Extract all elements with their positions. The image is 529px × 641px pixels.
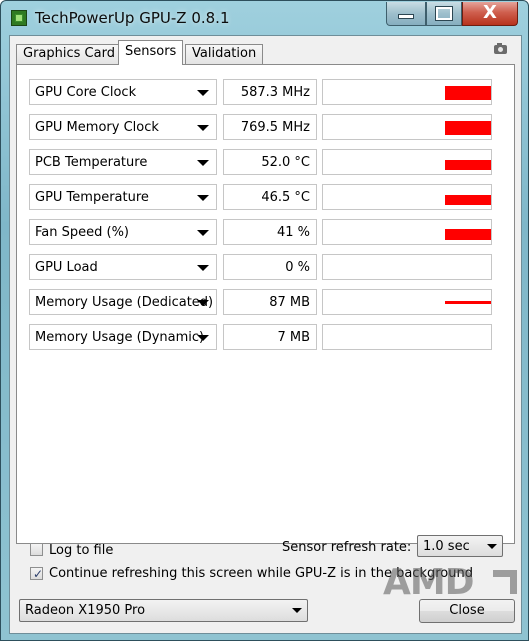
window-title: TechPowerUp GPU-Z 0.8.1 [35, 9, 230, 27]
tab-sensors[interactable]: Sensors [118, 40, 184, 65]
check-icon: ✓ [33, 567, 44, 581]
dropdown-arrow-icon [197, 90, 209, 96]
sensor-value-box: 87 MB [223, 289, 317, 315]
sensor-name: Fan Speed (%) [35, 225, 130, 240]
dropdown-arrow-icon [197, 335, 209, 341]
sensor-row: GPU Core Clock 587.3 MHz [29, 79, 493, 105]
sensor-value-box: 7 MB [223, 324, 317, 350]
sensor-row: PCB Temperature 52.0 °C [29, 149, 493, 175]
close-icon: X [483, 2, 497, 23]
graph-bar [445, 121, 491, 135]
sensor-graph [322, 324, 492, 350]
close-window-button[interactable]: X [462, 2, 518, 26]
dropdown-arrow-icon [197, 195, 209, 201]
gpuz-window: TechPowerUp GPU-Z 0.8.1 X Graphics Card … [0, 0, 529, 641]
gpu-select-value: Radeon X1950 Pro [25, 603, 146, 618]
sensor-name: Memory Usage (Dynamic) [35, 330, 205, 345]
sensor-graph [322, 184, 492, 210]
graph-bar [445, 229, 491, 240]
close-button[interactable]: Close [419, 599, 515, 623]
camera-icon[interactable] [494, 43, 507, 54]
graph-bar [445, 86, 491, 100]
sensor-value-box: 46.5 °C [223, 184, 317, 210]
minimize-button[interactable] [386, 2, 426, 26]
amd-arrow-icon [493, 570, 517, 594]
gpuz-app-icon [11, 10, 27, 26]
dropdown-arrow-icon [292, 608, 302, 613]
sensor-name-dropdown[interactable]: Memory Usage (Dynamic) [29, 324, 217, 350]
sensor-row: GPU Load 0 % [29, 254, 493, 280]
sensor-graph [322, 289, 492, 315]
maximize-button[interactable] [426, 2, 462, 26]
sensor-value-box: 52.0 °C [223, 149, 317, 175]
log-to-file-label: Log to file [49, 543, 114, 558]
sensor-row: GPU Memory Clock 769.5 MHz [29, 114, 493, 140]
sensor-name-dropdown[interactable]: GPU Load [29, 254, 217, 280]
refresh-rate-value: 1.0 sec [423, 539, 470, 554]
sensor-graph [322, 149, 492, 175]
refresh-rate-select[interactable]: 1.0 sec [417, 535, 503, 557]
sensor-name-dropdown[interactable]: GPU Temperature [29, 184, 217, 210]
sensor-name-dropdown[interactable]: Fan Speed (%) [29, 219, 217, 245]
dropdown-arrow-icon [197, 265, 209, 271]
dropdown-arrow-icon [487, 544, 497, 549]
amd-logo: AMD [383, 562, 475, 603]
sensor-name-dropdown[interactable]: PCB Temperature [29, 149, 217, 175]
graph-bar [445, 160, 491, 170]
graph-bar [445, 301, 491, 304]
sensor-name-dropdown[interactable]: GPU Memory Clock [29, 114, 217, 140]
sensor-name: GPU Core Clock [35, 85, 137, 100]
sensor-graph [322, 254, 492, 280]
sensor-value: 0 % [285, 260, 310, 275]
graph-bar [445, 195, 491, 205]
sensor-name: PCB Temperature [35, 155, 148, 170]
sensor-value: 87 MB [269, 295, 310, 310]
sensor-graph [322, 114, 492, 140]
tab-graphics-card[interactable]: Graphics Card [16, 44, 122, 64]
title-bar[interactable]: TechPowerUp GPU-Z 0.8.1 X [1, 1, 529, 35]
continue-refreshing-checkbox[interactable]: ✓ [30, 567, 44, 581]
sensor-value: 587.3 MHz [240, 85, 310, 100]
gpu-select[interactable]: Radeon X1950 Pro [19, 599, 308, 622]
sensor-name: GPU Load [35, 260, 98, 275]
sensor-name: GPU Temperature [35, 190, 149, 205]
sensor-value: 7 MB [277, 330, 310, 345]
dropdown-arrow-icon [197, 230, 209, 236]
sensor-name: Memory Usage (Dedicated) [35, 295, 214, 310]
dropdown-arrow-icon [197, 300, 209, 306]
sensor-value-box: 41 % [223, 219, 317, 245]
sensor-value-box: 769.5 MHz [223, 114, 317, 140]
sensor-name: GPU Memory Clock [35, 120, 159, 135]
sensor-value-box: 587.3 MHz [223, 79, 317, 105]
sensor-value-box: 0 % [223, 254, 317, 280]
sensor-value: 41 % [276, 225, 310, 240]
refresh-rate-label: Sensor refresh rate: [282, 540, 412, 555]
sensor-graph [322, 79, 492, 105]
sensor-value: 52.0 °C [261, 155, 310, 170]
sensor-row: Memory Usage (Dynamic) 7 MB [29, 324, 493, 350]
sensor-row: Fan Speed (%) 41 % [29, 219, 493, 245]
sensor-value: 46.5 °C [261, 190, 310, 205]
sensor-row: Memory Usage (Dedicated) 87 MB [29, 289, 493, 315]
sensor-value: 769.5 MHz [240, 120, 310, 135]
dropdown-arrow-icon [197, 125, 209, 131]
sensor-row: GPU Temperature 46.5 °C [29, 184, 493, 210]
dropdown-arrow-icon [197, 160, 209, 166]
minimize-icon [398, 14, 414, 19]
sensors-panel: GPU Core Clock 587.3 MHz GPU Memory Clock 7… [16, 64, 515, 544]
maximize-icon [435, 6, 453, 21]
sensor-graph [322, 219, 492, 245]
sensor-name-dropdown[interactable]: GPU Core Clock [29, 79, 217, 105]
log-to-file-checkbox[interactable] [30, 543, 43, 556]
sensor-name-dropdown[interactable]: Memory Usage (Dedicated) [29, 289, 217, 315]
tab-validation[interactable]: Validation [185, 44, 264, 64]
client-area: Graphics Card Sensors Validation GPU Cor… [9, 35, 522, 634]
